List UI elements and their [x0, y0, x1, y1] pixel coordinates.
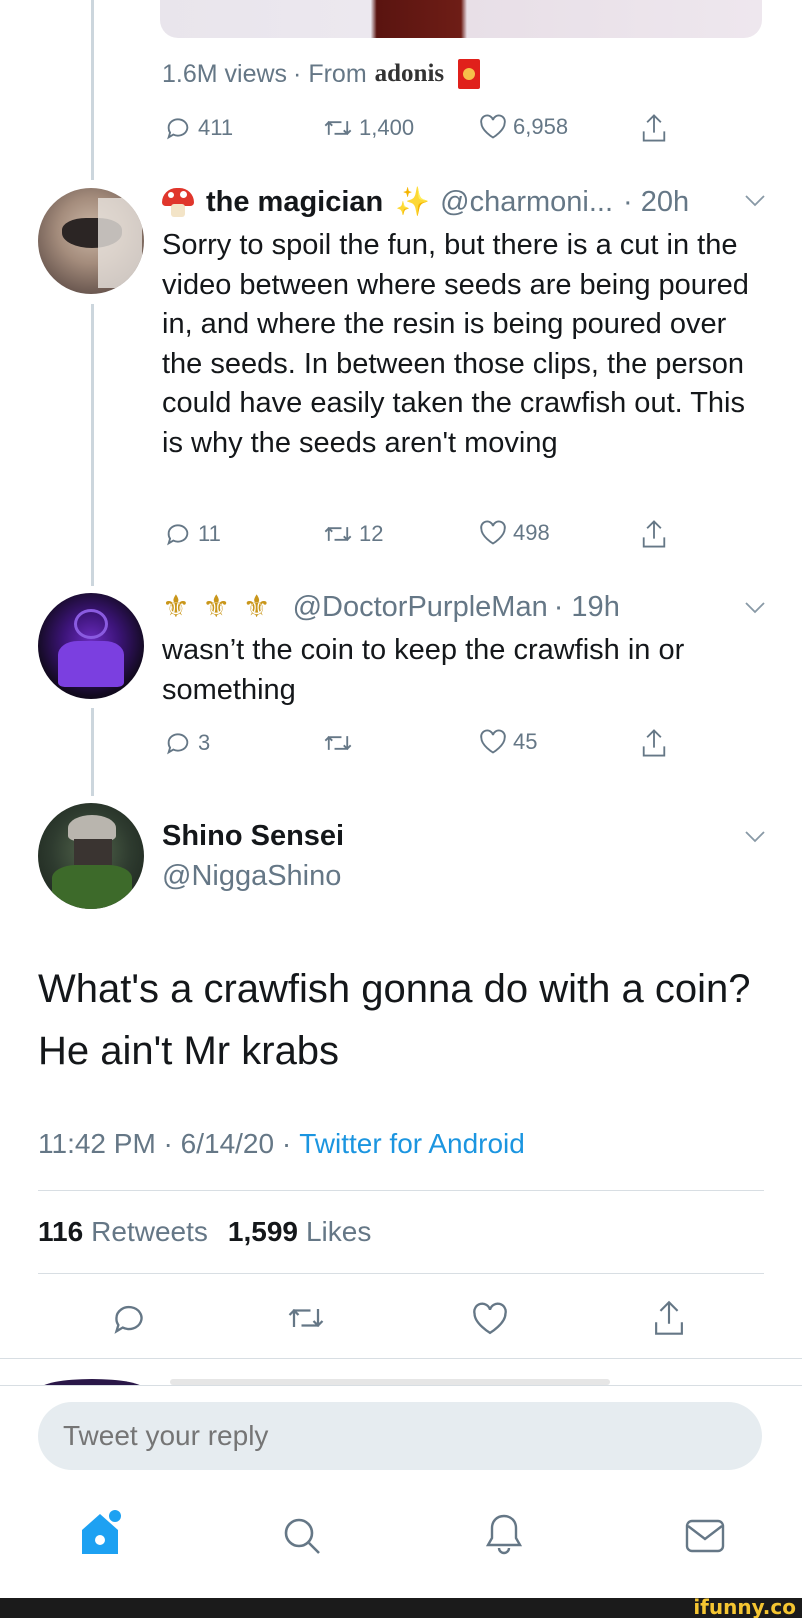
share-icon	[640, 727, 668, 759]
thread-line	[91, 0, 94, 180]
reply-icon	[164, 520, 192, 548]
thread-line	[91, 304, 94, 586]
share-button[interactable]	[640, 112, 668, 144]
author-name: Shino Sensei	[162, 818, 344, 854]
like-icon	[471, 1302, 509, 1336]
handle[interactable]: @charmoni...	[440, 184, 613, 220]
divider	[38, 1273, 764, 1274]
from-prefix: · From	[293, 60, 367, 88]
reply-input[interactable]	[63, 1402, 743, 1470]
timestamp: · 20h	[623, 186, 690, 218]
search-icon	[282, 1518, 322, 1560]
share-icon	[640, 112, 668, 144]
views-line: 1.6M views · From adonis	[162, 56, 481, 92]
tweet-timestamp: 11:42 PM · 6/14/20 ·	[38, 1128, 292, 1159]
media-thumbnail[interactable]	[160, 0, 762, 38]
reply-composer[interactable]	[38, 1402, 762, 1470]
timestamp: · 19h	[553, 591, 620, 623]
tweet-text: wasn’t the coin to keep the crawfish in …	[162, 634, 685, 706]
retweet-button[interactable]: 12	[323, 520, 383, 548]
reply-icon	[110, 1300, 148, 1336]
divider	[38, 1190, 764, 1191]
main-tweet-text: What's a crawfish gonna do with a coin? …	[38, 967, 751, 1073]
share-button[interactable]	[640, 518, 668, 550]
home-tab[interactable]	[78, 1508, 124, 1561]
retweet-button[interactable]	[286, 1300, 326, 1336]
like-button[interactable]: 6,958	[479, 114, 568, 140]
share-icon	[640, 518, 668, 550]
home-icon	[78, 1510, 124, 1560]
messages-icon	[684, 1519, 726, 1558]
display-name[interactable]: Shino Sensei	[162, 818, 344, 854]
like-icon	[479, 729, 507, 755]
like-count: 498	[513, 520, 550, 545]
avatar[interactable]	[38, 593, 144, 699]
avatar[interactable]	[38, 803, 144, 909]
reply-button[interactable]: 411	[164, 114, 233, 142]
tweet-client-link[interactable]: Twitter for Android	[299, 1126, 525, 1162]
chevron-down-icon[interactable]	[744, 601, 766, 620]
thread-line	[91, 708, 94, 796]
retweet-button[interactable]	[323, 729, 353, 757]
tweet-meta: 11:42 PM · 6/14/20 · Twitter for Android	[38, 1126, 525, 1162]
retweets-count[interactable]: 116	[38, 1214, 83, 1250]
next-reply-peek	[0, 1359, 802, 1385]
search-tab[interactable]	[282, 1516, 322, 1561]
likes-count[interactable]: 1,599	[228, 1214, 298, 1250]
notifications-icon	[484, 1514, 524, 1560]
notifications-tab[interactable]	[484, 1512, 524, 1561]
retweet-icon	[323, 114, 353, 142]
red-envelope-icon	[458, 59, 481, 89]
reply-icon	[164, 114, 192, 142]
reply-button[interactable]: 3	[164, 729, 210, 757]
like-count: 6,958	[513, 114, 569, 139]
retweet-icon	[323, 729, 353, 757]
likes-label[interactable]: Likes	[306, 1214, 371, 1250]
author-handle: @NiggaShino	[162, 858, 341, 894]
tweet-header: ⚜ ⚜ ⚜ @DoctorPurpleMan · 19h	[162, 589, 620, 625]
share-button[interactable]	[651, 1298, 687, 1338]
engagement-stats: 116 Retweets 1,599 Likes	[38, 1214, 371, 1250]
like-count: 45	[513, 729, 538, 754]
retweet-icon	[286, 1300, 326, 1336]
watermark-text: ifunny.co	[693, 1595, 796, 1618]
reply-count: 411	[198, 115, 234, 140]
retweets-label[interactable]: Retweets	[91, 1214, 208, 1250]
sparkles-icon: ✨	[395, 186, 431, 217]
retweet-count: 12	[359, 521, 384, 546]
chevron-down-icon[interactable]	[744, 194, 766, 213]
retweet-count: 1,400	[359, 115, 415, 140]
like-icon	[479, 114, 507, 140]
mushroom-icon	[162, 186, 194, 218]
retweet-icon	[323, 520, 353, 548]
handle[interactable]: @NiggaShino	[162, 858, 341, 894]
messages-tab[interactable]	[684, 1518, 726, 1559]
handle[interactable]: @DoctorPurpleMan	[293, 589, 548, 625]
watermark-bar: ifunny.co	[0, 1595, 802, 1618]
like-icon	[479, 520, 507, 546]
divider	[0, 1385, 802, 1386]
like-button[interactable]: 498	[479, 520, 550, 546]
retweet-button[interactable]: 1,400	[323, 114, 414, 142]
share-icon	[651, 1298, 687, 1338]
reply-button[interactable]	[110, 1300, 148, 1336]
reply-count: 3	[198, 730, 211, 755]
reply-count: 11	[198, 521, 221, 546]
avatar[interactable]	[38, 188, 144, 294]
display-name[interactable]: the magician	[206, 184, 383, 220]
views-count: 1.6M views	[162, 60, 288, 88]
reply-button[interactable]: 11	[164, 520, 221, 548]
tweet-text: Sorry to spoil the fun, but there is a c…	[162, 229, 749, 459]
tweet-header: the magician ✨ @charmoni... · 20h	[162, 184, 689, 220]
like-button[interactable]: 45	[479, 729, 537, 755]
share-button[interactable]	[640, 727, 668, 759]
chevron-down-icon[interactable]	[744, 830, 766, 849]
reply-icon	[164, 729, 192, 757]
display-name[interactable]: ⚜ ⚜ ⚜	[162, 589, 273, 625]
like-button[interactable]	[471, 1302, 509, 1336]
from-name[interactable]: adonis	[375, 56, 444, 92]
